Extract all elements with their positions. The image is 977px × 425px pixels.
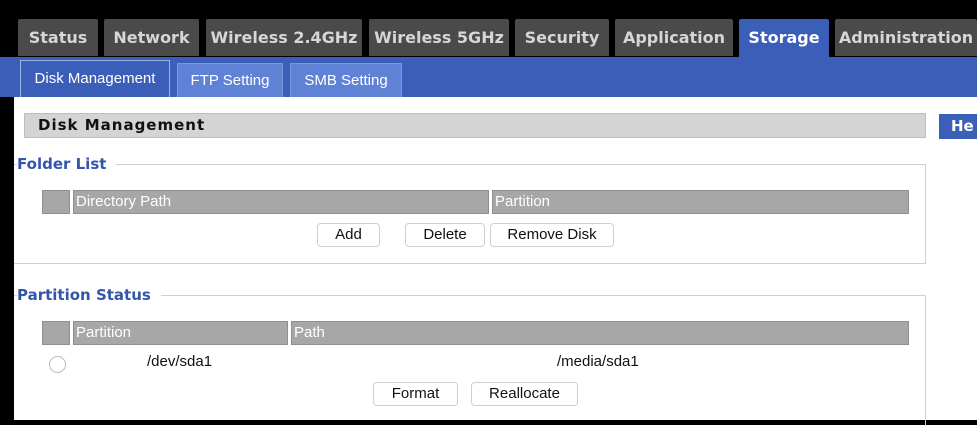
section-title: Disk Management bbox=[24, 113, 926, 138]
folder-list-group bbox=[14, 164, 926, 264]
tab-network[interactable]: Network bbox=[104, 19, 199, 56]
cut-off-header-strip bbox=[0, 0, 977, 18]
tab-security[interactable]: Security bbox=[515, 19, 609, 56]
path-cell: /media/sda1 bbox=[557, 353, 639, 370]
main-content: Disk Management He Folder List Directory… bbox=[14, 97, 977, 425]
tab-application[interactable]: Application bbox=[615, 19, 733, 56]
reallocate-button[interactable]: Reallocate bbox=[471, 382, 578, 406]
partition-row-radio[interactable] bbox=[49, 356, 66, 373]
path-column-header: Path bbox=[291, 321, 909, 345]
tab-administration[interactable]: Administration bbox=[835, 19, 977, 56]
partition-status-partition-column-header: Partition bbox=[73, 321, 288, 345]
delete-button[interactable]: Delete bbox=[405, 223, 485, 247]
tab-status[interactable]: Status bbox=[18, 19, 98, 56]
subtab-ftp-setting[interactable]: FTP Setting bbox=[177, 63, 283, 97]
partition-column-header: Partition bbox=[492, 190, 909, 214]
partition-status-select-column-header bbox=[42, 321, 70, 345]
folder-list-select-column-header bbox=[42, 190, 70, 214]
directory-path-column-header: Directory Path bbox=[73, 190, 489, 214]
remove-disk-button[interactable]: Remove Disk bbox=[490, 223, 614, 247]
tab-wireless-5ghz[interactable]: Wireless 5GHz bbox=[369, 19, 509, 56]
format-button[interactable]: Format bbox=[373, 382, 458, 406]
sub-nav-bar: Disk Management FTP Setting SMB Setting bbox=[0, 57, 977, 98]
tab-wireless-24ghz[interactable]: Wireless 2.4GHz bbox=[206, 19, 362, 56]
help-panel-tab[interactable]: He bbox=[939, 114, 977, 139]
tab-storage[interactable]: Storage bbox=[739, 19, 829, 58]
folder-list-legend: Folder List bbox=[17, 155, 117, 173]
main-nav-tabs: Status Network Wireless 2.4GHz Wireless … bbox=[0, 19, 977, 58]
partition-status-legend: Partition Status bbox=[17, 286, 161, 304]
partition-cell: /dev/sda1 bbox=[147, 353, 213, 370]
add-button[interactable]: Add bbox=[317, 223, 380, 247]
subtab-smb-setting[interactable]: SMB Setting bbox=[290, 63, 402, 97]
subtab-disk-management[interactable]: Disk Management bbox=[20, 60, 170, 98]
